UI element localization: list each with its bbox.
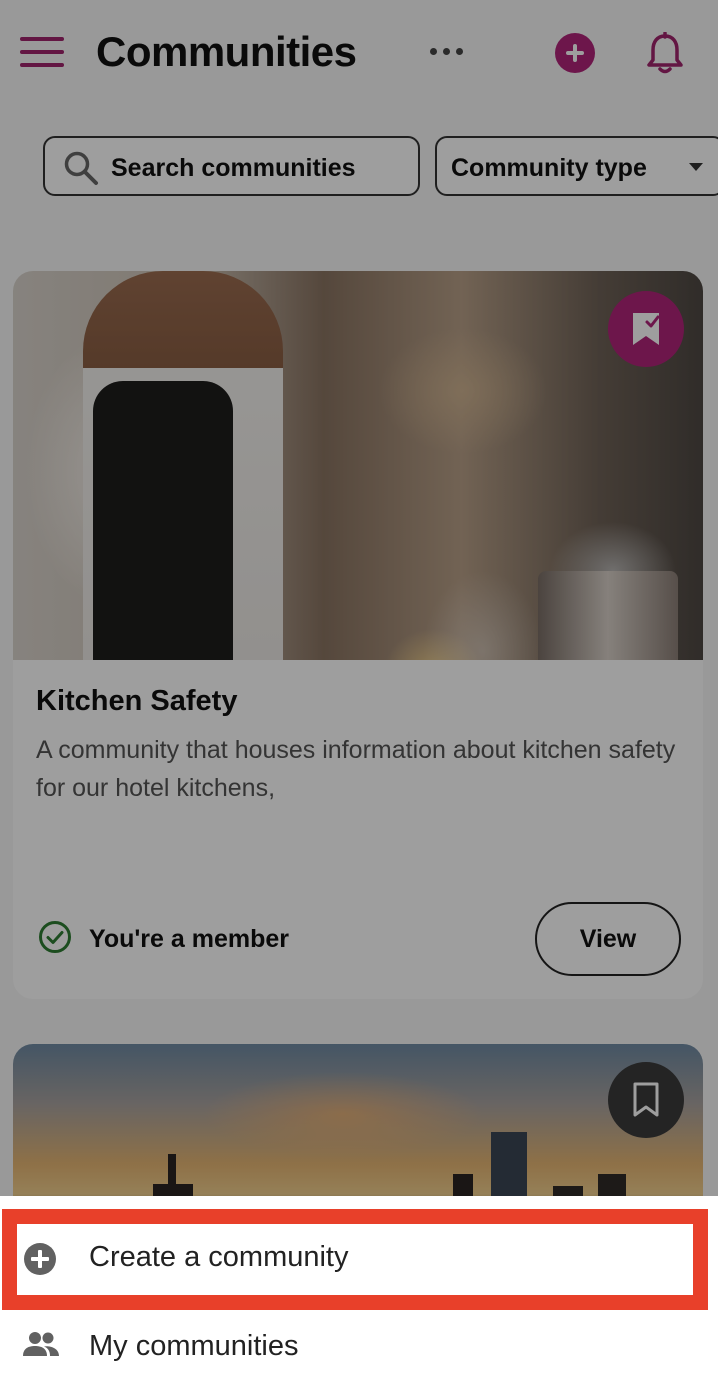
my-communities-label: My communities [89,1330,299,1362]
people-icon [22,1330,60,1365]
add-circle-icon [22,1241,58,1282]
create-community-label: Create a community [89,1241,349,1273]
modal-scrim[interactable] [0,0,718,1196]
bottom-sheet-menu: Create a community My communities [0,1196,718,1396]
my-communities-menu-item[interactable]: My communities [0,1308,718,1388]
create-community-menu-item[interactable]: Create a community [0,1219,718,1299]
